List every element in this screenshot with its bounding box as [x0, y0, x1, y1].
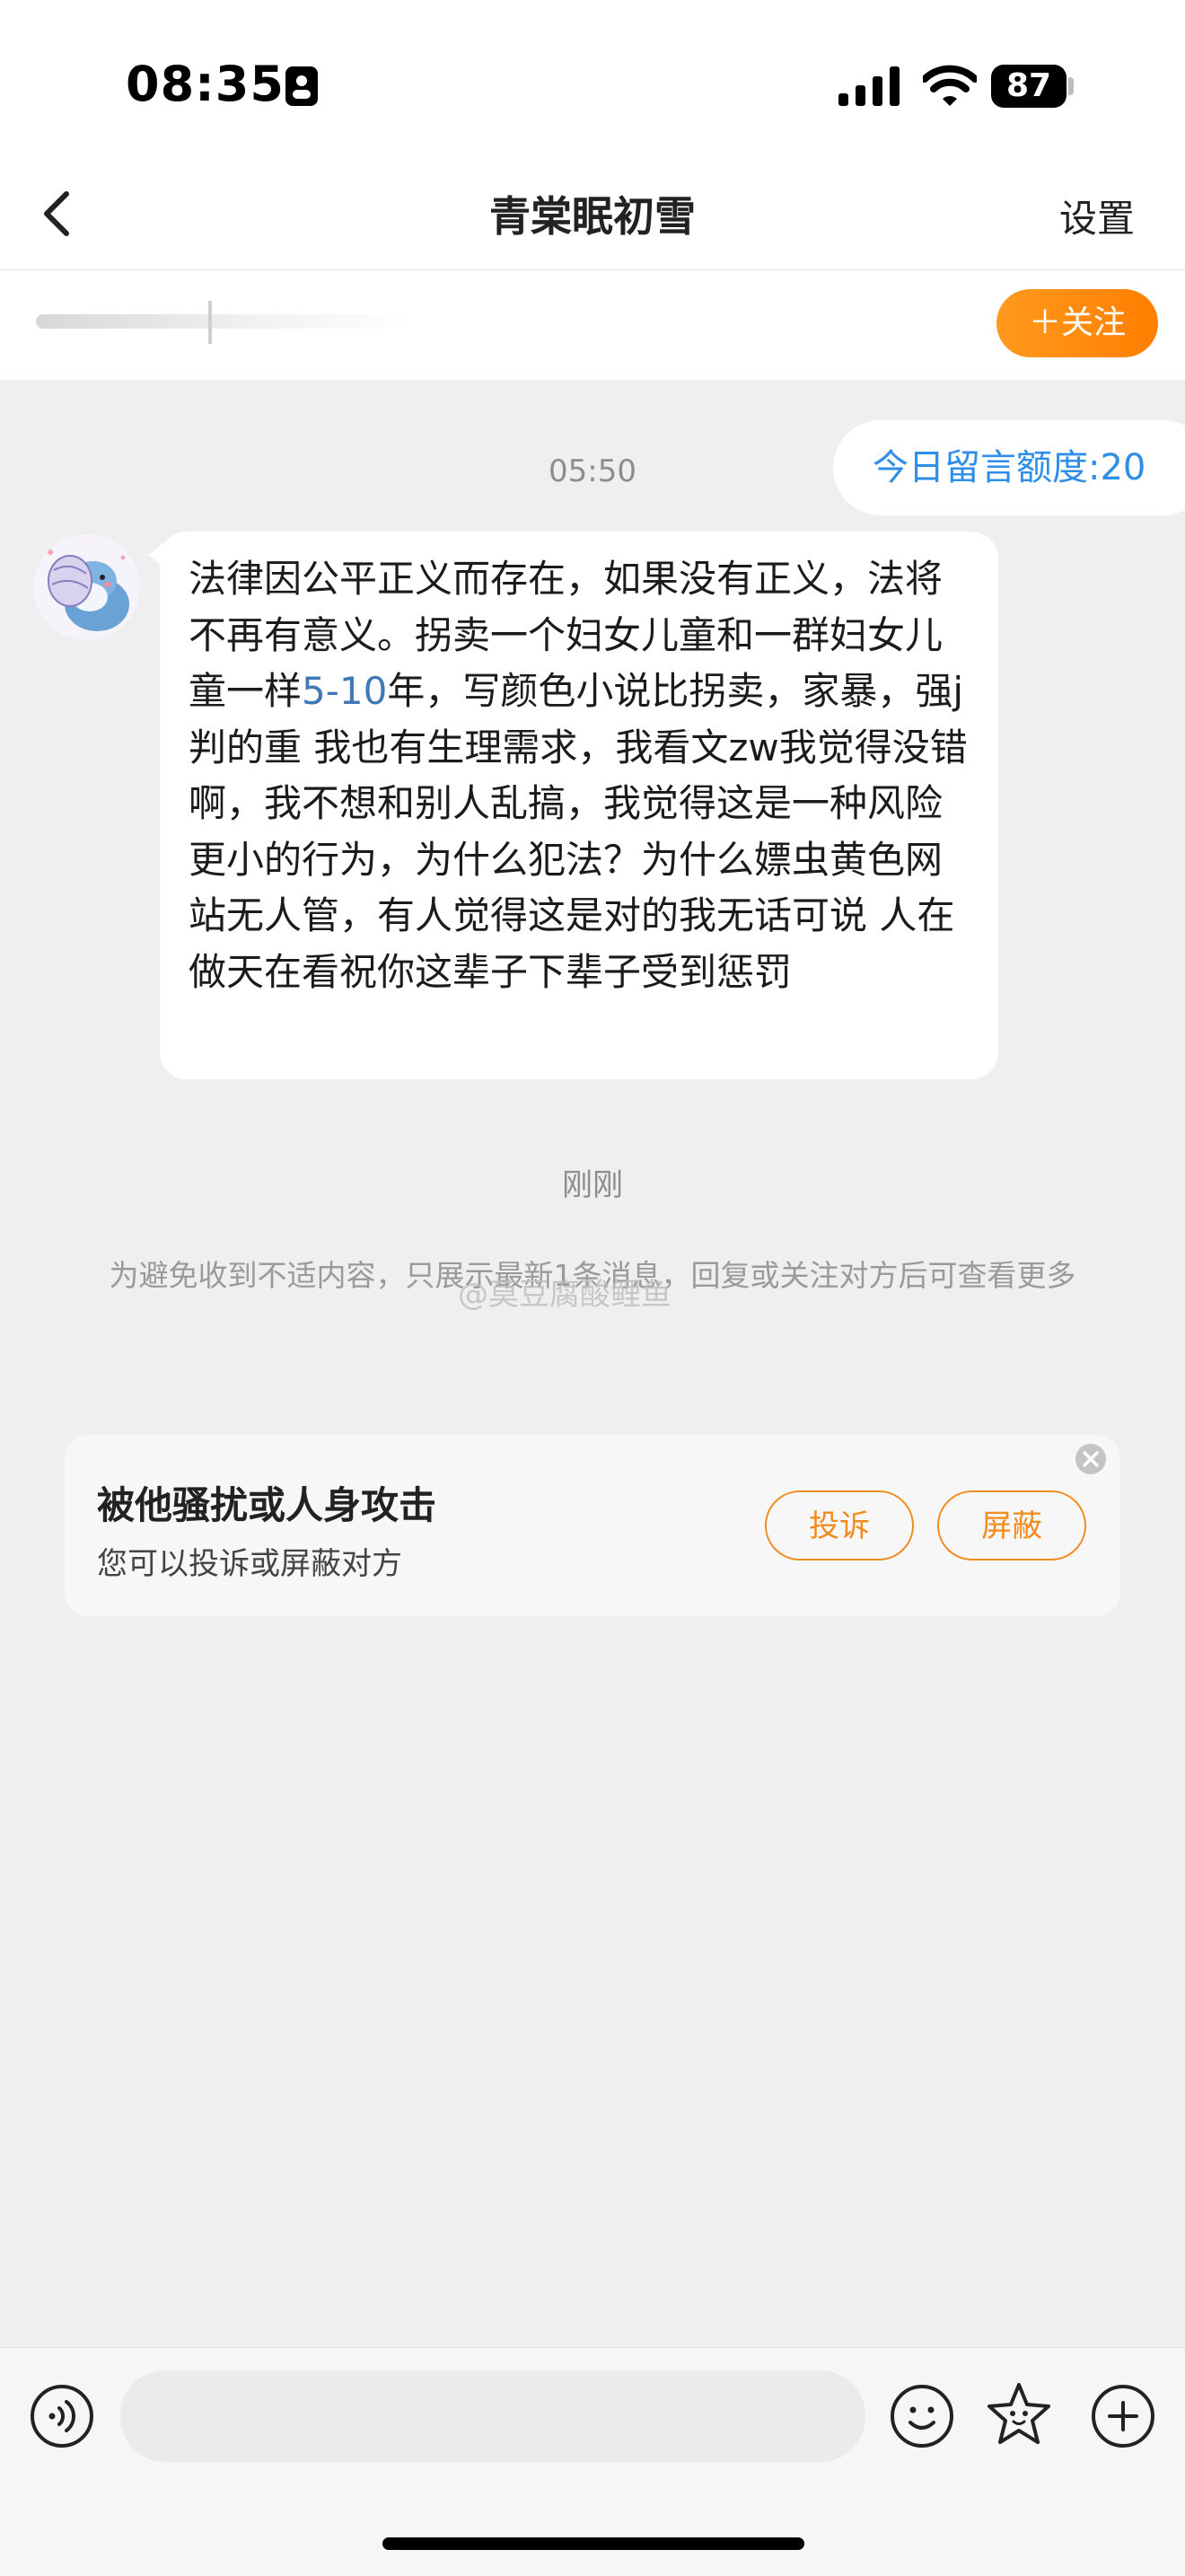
battery-nub: [1068, 77, 1074, 95]
message-timestamp: 05:50: [549, 453, 636, 489]
lock-screen-icon: [285, 66, 318, 106]
follow-button[interactable]: ＋关注: [996, 289, 1158, 357]
harassment-card-subtitle: 您可以投诉或屏蔽对方: [97, 1546, 402, 1582]
report-button[interactable]: 投诉: [765, 1490, 914, 1561]
emoji-icon[interactable]: [889, 2383, 955, 2449]
back-arrow-icon[interactable]: [20, 172, 101, 253]
block-button[interactable]: 屏蔽: [937, 1490, 1086, 1561]
avatar[interactable]: [34, 534, 140, 640]
close-icon[interactable]: [1074, 1442, 1108, 1476]
message-text: 法律因公平正义而存在，如果没有正义，法将不再有意义。拐卖一个妇女儿童和一群妇女儿…: [189, 551, 979, 1000]
battery-level: 87: [991, 65, 1066, 108]
harassment-card-title: 被他骚扰或人身攻击: [97, 1483, 437, 1527]
home-indicator: [382, 2537, 804, 2550]
cartoon-avatar-icon: [34, 534, 140, 640]
page-title: 青棠眠初雪: [489, 192, 696, 241]
settings-button[interactable]: 设置: [1059, 189, 1135, 243]
voice-input-icon[interactable]: [29, 2383, 95, 2449]
blurred-divider: [208, 301, 212, 344]
cellular-signal-icon: [838, 66, 900, 106]
message-quota-badge: 今日留言额度:20: [833, 420, 1185, 515]
sticker-star-icon[interactable]: [984, 2379, 1054, 2449]
add-icon[interactable]: [1090, 2383, 1156, 2449]
message-text-part2: 年，写颜色小说比拐卖，家暴，强j判的重 我也有生理需求，我看文zw我觉得没错啊，…: [189, 669, 968, 994]
status-time: 08:35: [126, 56, 285, 112]
message-highlight: 5-10: [302, 669, 388, 713]
wifi-icon: [923, 65, 977, 106]
watermark: @莫豆腐酸鲤鱼: [458, 1277, 672, 1313]
message-timestamp-recent: 刚刚: [562, 1167, 623, 1203]
blurred-profile-info: [36, 314, 413, 329]
message-input[interactable]: [120, 2370, 865, 2462]
